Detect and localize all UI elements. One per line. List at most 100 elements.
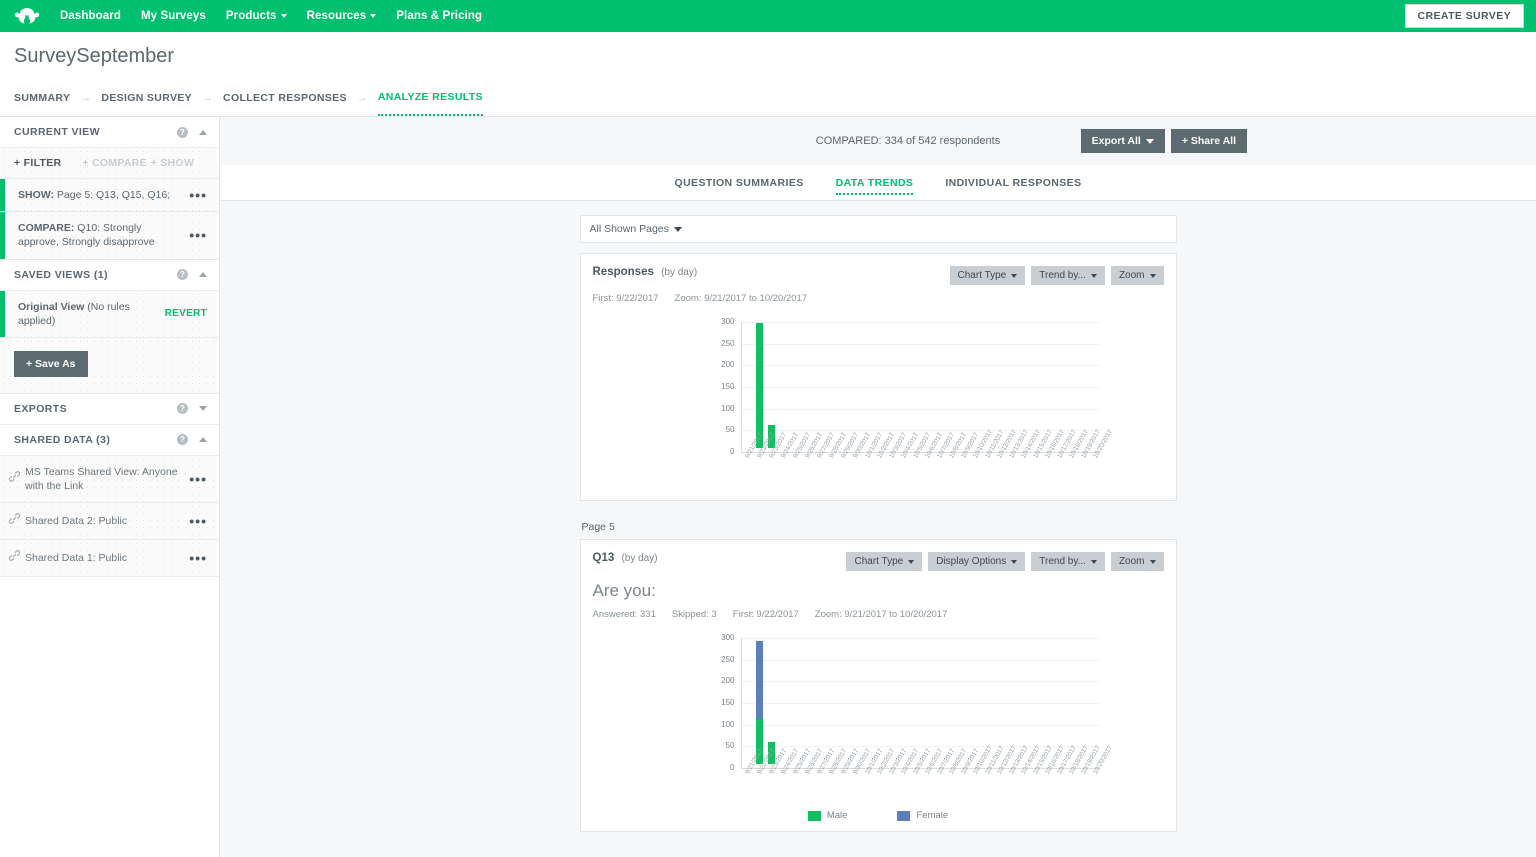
chevron-up-icon[interactable]: [199, 272, 207, 278]
zoom-button[interactable]: Zoom: [1110, 552, 1164, 571]
saved-view-item-original[interactable]: Original View (No rules applied) REVERT: [0, 290, 219, 338]
chart-card-q13: Q13 (by day) Chart Type Display Options …: [579, 539, 1177, 832]
chart-gridline: [740, 724, 1100, 726]
nav-item-products[interactable]: Products: [226, 10, 287, 22]
y-axis-tick-label: 250: [721, 654, 735, 664]
chart-gridline: [740, 681, 1100, 683]
page-title: SurveySeptember: [14, 44, 175, 67]
section-title: SHARED DATA (3): [14, 433, 111, 446]
meta-answered: Answered: 331: [592, 609, 656, 620]
y-axis-tick-label: 50: [725, 425, 735, 435]
chart-gridline: [740, 387, 1100, 388]
shared-data-item-3[interactable]: Shared Data 1: Public •••: [0, 540, 219, 578]
save-as-button[interactable]: + Save As: [14, 350, 88, 377]
add-filter-button[interactable]: + FILTER: [14, 157, 82, 169]
top-navigation-bar: Dashboard My Surveys Products Resources …: [0, 0, 1536, 32]
top-action-buttons: Export All + Share All: [1080, 129, 1247, 153]
card-buttons: Chart Type Display Options Trend by... Z…: [846, 552, 1164, 571]
add-compare-button[interactable]: + COMPARE: [82, 157, 150, 169]
rule-row-show[interactable]: SHOW: Page 5: Q13, Q15, Q16; •••: [0, 179, 219, 213]
y-axis-tick-label: 150: [721, 698, 735, 707]
analyze-tabs: QUESTION SUMMARIES DATA TRENDS INDIVIDUA…: [220, 165, 1536, 201]
help-icon[interactable]: ?: [177, 126, 188, 138]
sidebar-section-current-view[interactable]: CURRENT VIEW ?: [0, 117, 219, 148]
surveymonkey-logo-icon[interactable]: [10, 5, 44, 27]
trend-by-button[interactable]: Trend by...: [1031, 266, 1105, 285]
charts-scroll-area[interactable]: All Shown Pages Responses (by day) Chart…: [220, 201, 1536, 857]
help-icon[interactable]: ?: [177, 403, 188, 415]
chart-gridline: [740, 638, 1100, 639]
shared-data-options-menu-icon[interactable]: •••: [189, 551, 207, 565]
export-all-button[interactable]: Export All: [1080, 129, 1165, 153]
chevron-down-icon: [1011, 559, 1018, 564]
zoom-button[interactable]: Zoom: [1110, 266, 1164, 285]
rule-options-menu-icon[interactable]: •••: [189, 188, 207, 202]
chart-bar[interactable]: [755, 323, 764, 448]
help-icon[interactable]: ?: [177, 434, 188, 446]
saved-view-name: Original View: [18, 300, 85, 313]
meta-first-date: First: 9/22/2017: [592, 293, 659, 304]
chevron-down-icon: [1149, 559, 1156, 564]
display-options-button[interactable]: Display Options: [928, 552, 1026, 571]
section-head-icons: ?: [177, 269, 207, 281]
help-icon[interactable]: ?: [177, 269, 188, 281]
y-axis-tick-label: 250: [721, 338, 735, 348]
chart-bar[interactable]: [755, 640, 764, 719]
chevron-down-icon[interactable]: [199, 406, 207, 412]
nav-item-my-surveys[interactable]: My Surveys: [141, 10, 206, 22]
breadcrumb-collect-responses[interactable]: COLLECT RESPONSES: [223, 92, 347, 104]
rule-options-menu-icon[interactable]: •••: [189, 228, 207, 242]
nav-item-resources[interactable]: Resources: [307, 10, 377, 22]
nav-item-plans-pricing[interactable]: Plans & Pricing: [396, 10, 482, 22]
nav-label: Resources: [306, 10, 367, 22]
section-head-icons: ?: [177, 403, 207, 415]
tab-question-summaries[interactable]: QUESTION SUMMARIES: [675, 165, 804, 201]
chevron-up-icon[interactable]: [199, 129, 207, 135]
question-text: Are you:: [592, 581, 656, 600]
sidebar-section-shared-data[interactable]: SHARED DATA (3) ?: [0, 424, 219, 456]
tab-individual-responses[interactable]: INDIVIDUAL RESPONSES: [945, 165, 1081, 201]
card-subtitle: (by day): [661, 267, 698, 278]
compared-respondents-text: COMPARED: 334 of 542 respondents: [815, 135, 1001, 147]
chart-type-button[interactable]: Chart Type: [846, 552, 923, 571]
tab-data-trends[interactable]: DATA TRENDS: [835, 165, 914, 201]
meta-first-date: First: 9/22/2017: [732, 609, 799, 620]
nav-label: Products: [225, 10, 277, 22]
y-axis-tick-label: 0: [730, 763, 735, 772]
section-head-icons: ?: [177, 126, 207, 138]
button-label: Zoom: [1118, 556, 1145, 567]
chart-gridline: [740, 322, 1100, 323]
card-buttons: Chart Type Trend by... Zoom: [949, 266, 1164, 285]
breadcrumb-analyze-results[interactable]: ANALYZE RESULTS: [377, 91, 483, 116]
chart-gridline: [740, 343, 1100, 345]
create-survey-button[interactable]: CREATE SURVEY: [1404, 4, 1524, 28]
sidebar-section-exports[interactable]: EXPORTS ?: [0, 393, 219, 425]
trend-by-button[interactable]: Trend by...: [1031, 552, 1105, 571]
shared-data-options-menu-icon[interactable]: •••: [189, 514, 207, 528]
chart-type-button[interactable]: Chart Type: [949, 266, 1026, 285]
breadcrumb-design-survey[interactable]: DESIGN SURVEY: [101, 92, 192, 104]
y-axis-tick-label: 300: [721, 317, 735, 326]
card-meta: First: 9/22/2017 Zoom: 9/21/2017 to 10/2…: [593, 293, 1164, 304]
pages-selector-label: All Shown Pages: [589, 223, 669, 235]
add-show-button[interactable]: + SHOW: [151, 157, 219, 169]
breadcrumb-summary[interactable]: SUMMARY: [14, 92, 70, 104]
share-all-button[interactable]: + Share All: [1170, 129, 1247, 153]
pages-selector[interactable]: All Shown Pages: [579, 215, 1177, 243]
saved-view-text: Original View (No rules applied): [18, 300, 165, 328]
export-all-label: Export All: [1091, 135, 1141, 147]
chevron-down-icon: [1145, 138, 1154, 144]
shared-data-item-2[interactable]: Shared Data 2: Public •••: [0, 503, 219, 541]
chevron-up-icon[interactable]: [199, 437, 207, 443]
card-title-text: Q13: [592, 552, 615, 564]
revert-button[interactable]: REVERT: [165, 308, 207, 319]
shared-data-item-1[interactable]: MS Teams Shared View: Anyone with the Li…: [0, 455, 219, 504]
y-axis-line: [740, 322, 742, 452]
chart-card-responses: Responses (by day) Chart Type Trend by..…: [579, 253, 1177, 501]
sidebar-section-saved-views[interactable]: SAVED VIEWS (1) ?: [0, 259, 219, 291]
rule-row-compare[interactable]: COMPARE: Q10: Strongly approve, Strongly…: [0, 212, 219, 260]
nav-label: Plans & Pricing: [396, 10, 483, 22]
button-label: Trend by...: [1039, 270, 1086, 281]
shared-data-options-menu-icon[interactable]: •••: [189, 472, 207, 486]
nav-item-dashboard[interactable]: Dashboard: [60, 10, 121, 22]
